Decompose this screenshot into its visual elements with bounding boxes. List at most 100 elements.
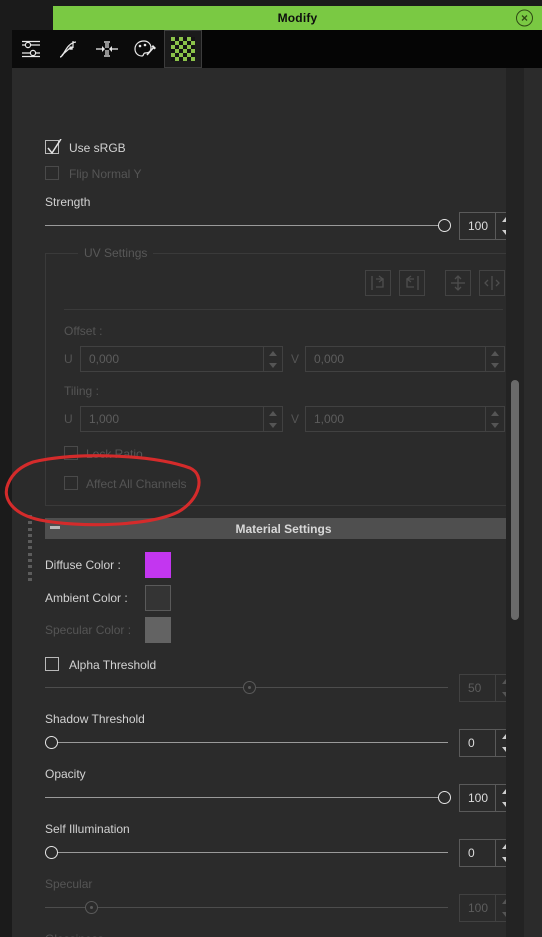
use-srgb-label: Use sRGB <box>69 141 126 155</box>
affect-all-channels-label: Affect All Channels <box>86 477 187 491</box>
flip-v-icon[interactable] <box>399 270 425 296</box>
panel-drag-handle[interactable] <box>28 515 33 581</box>
alpha-threshold-value[interactable]: 50 <box>459 674 495 702</box>
offset-v-label: V <box>291 352 300 366</box>
slider-track <box>45 225 448 226</box>
shadow-threshold-value[interactable]: 0 <box>459 729 495 757</box>
scrollbar-thumb[interactable] <box>511 380 519 620</box>
mirror-vertical-icon[interactable] <box>479 270 505 296</box>
stepper-up-icon[interactable] <box>264 347 282 359</box>
tab-constraint[interactable] <box>88 30 126 68</box>
tiling-u-label: U <box>64 412 73 426</box>
slider-knob[interactable] <box>45 736 58 749</box>
self-illumination-slider[interactable] <box>45 846 448 860</box>
lock-ratio-label: Lock Ratio <box>86 447 143 461</box>
glossiness-label: Glossiness <box>45 932 104 937</box>
specular-label: Specular <box>45 877 93 891</box>
window-title: Modify <box>277 11 318 25</box>
strength-value[interactable]: 100 <box>459 212 495 240</box>
offset-label: Offset : <box>64 324 103 338</box>
vertical-scrollbar[interactable] <box>506 68 524 937</box>
slider-track <box>45 907 448 908</box>
collapse-icon[interactable] <box>50 526 60 529</box>
properties-panel: Use sRGB Flip Normal Y Strength 100 UV S… <box>12 68 542 937</box>
shadow-threshold-label: Shadow Threshold <box>45 712 145 726</box>
tiling-u-input[interactable]: 1,000 <box>80 406 283 432</box>
offset-v-stepper[interactable] <box>485 346 505 372</box>
stepper-down-icon[interactable] <box>264 359 282 371</box>
slider-track <box>45 852 448 853</box>
use-srgb-checkbox[interactable] <box>45 139 62 155</box>
slider-knob[interactable] <box>243 681 256 694</box>
tiling-v-label: V <box>291 412 300 426</box>
ambient-color-label: Ambient Color : <box>45 591 128 605</box>
opacity-label: Opacity <box>45 767 86 781</box>
modify-panel-window: Modify Use sRGB Flip Normal Y Strength 1… <box>0 0 542 937</box>
offset-v-value[interactable]: 0,000 <box>305 346 485 372</box>
opacity-value[interactable]: 100 <box>459 784 495 812</box>
specular-value[interactable]: 100 <box>459 894 495 922</box>
stepper-down-icon[interactable] <box>264 419 282 431</box>
diffuse-color-swatch[interactable] <box>145 552 171 578</box>
stepper-up-icon[interactable] <box>486 407 504 419</box>
slider-track <box>45 742 448 743</box>
opacity-slider[interactable] <box>45 791 451 805</box>
uv-settings-caption: UV Settings <box>78 246 154 260</box>
ambient-color-swatch[interactable] <box>145 585 171 611</box>
alpha-threshold-checkbox[interactable] <box>45 657 59 671</box>
tab-material-palette[interactable] <box>126 30 164 68</box>
checker-texture-icon <box>171 37 195 61</box>
tiling-v-value[interactable]: 1,000 <box>305 406 485 432</box>
stepper-down-icon[interactable] <box>486 359 504 371</box>
affect-all-channels-checkbox[interactable] <box>64 476 78 490</box>
stepper-down-icon[interactable] <box>486 419 504 431</box>
tab-texture[interactable] <box>164 30 202 68</box>
title-bar: Modify <box>53 6 542 30</box>
slider-knob[interactable] <box>438 219 451 232</box>
offset-u-value[interactable]: 0,000 <box>80 346 263 372</box>
offset-u-input[interactable]: 0,000 <box>80 346 283 372</box>
strength-label: Strength <box>45 195 91 209</box>
self-illumination-label: Self Illumination <box>45 822 130 836</box>
strength-slider[interactable] <box>45 219 451 233</box>
alpha-threshold-label: Alpha Threshold <box>69 658 157 672</box>
stepper-up-icon[interactable] <box>486 347 504 359</box>
sliders-icon <box>20 39 42 59</box>
shadow-threshold-slider[interactable] <box>45 736 448 750</box>
close-circle-icon[interactable] <box>516 9 533 27</box>
align-center-icon <box>95 39 119 59</box>
uv-settings-group: UV Settings Offset: U 0,000 V 0,000 Til… <box>45 246 522 506</box>
offset-u-stepper[interactable] <box>263 346 283 372</box>
diffuse-color-label: Diffuse Color : <box>45 558 121 572</box>
specular-color-label: Specular Color : <box>45 623 132 637</box>
specular-slider[interactable] <box>45 901 448 915</box>
alpha-threshold-slider[interactable] <box>45 681 448 695</box>
slider-knob[interactable] <box>45 846 58 859</box>
lock-ratio-checkbox[interactable] <box>64 446 78 460</box>
check-icon <box>47 139 62 155</box>
slider-knob[interactable] <box>85 901 98 914</box>
self-illumination-value[interactable]: 0 <box>459 839 495 867</box>
tab-strip <box>12 30 542 68</box>
material-settings-header[interactable]: Material Settings <box>45 518 522 539</box>
offset-u-label: U <box>64 352 73 366</box>
palette-icon <box>133 39 157 59</box>
specular-color-swatch[interactable] <box>145 617 171 643</box>
tiling-label: Tiling : <box>64 384 99 398</box>
uv-settings-divider <box>64 309 503 310</box>
stepper-up-icon[interactable] <box>264 407 282 419</box>
tiling-v-input[interactable]: 1,000 <box>305 406 505 432</box>
tiling-u-stepper[interactable] <box>263 406 283 432</box>
curve-node-icon <box>58 39 80 59</box>
flip-u-icon[interactable] <box>365 270 391 296</box>
slider-track <box>45 797 448 798</box>
tab-group-left <box>12 30 164 68</box>
tab-curve-editor[interactable] <box>50 30 88 68</box>
offset-v-input[interactable]: 0,000 <box>305 346 505 372</box>
slider-knob[interactable] <box>438 791 451 804</box>
tiling-v-stepper[interactable] <box>485 406 505 432</box>
mirror-horizontal-icon[interactable] <box>445 270 471 296</box>
flip-normal-y-checkbox[interactable] <box>45 166 59 180</box>
tab-general-settings[interactable] <box>12 30 50 68</box>
tiling-u-value[interactable]: 1,000 <box>80 406 263 432</box>
